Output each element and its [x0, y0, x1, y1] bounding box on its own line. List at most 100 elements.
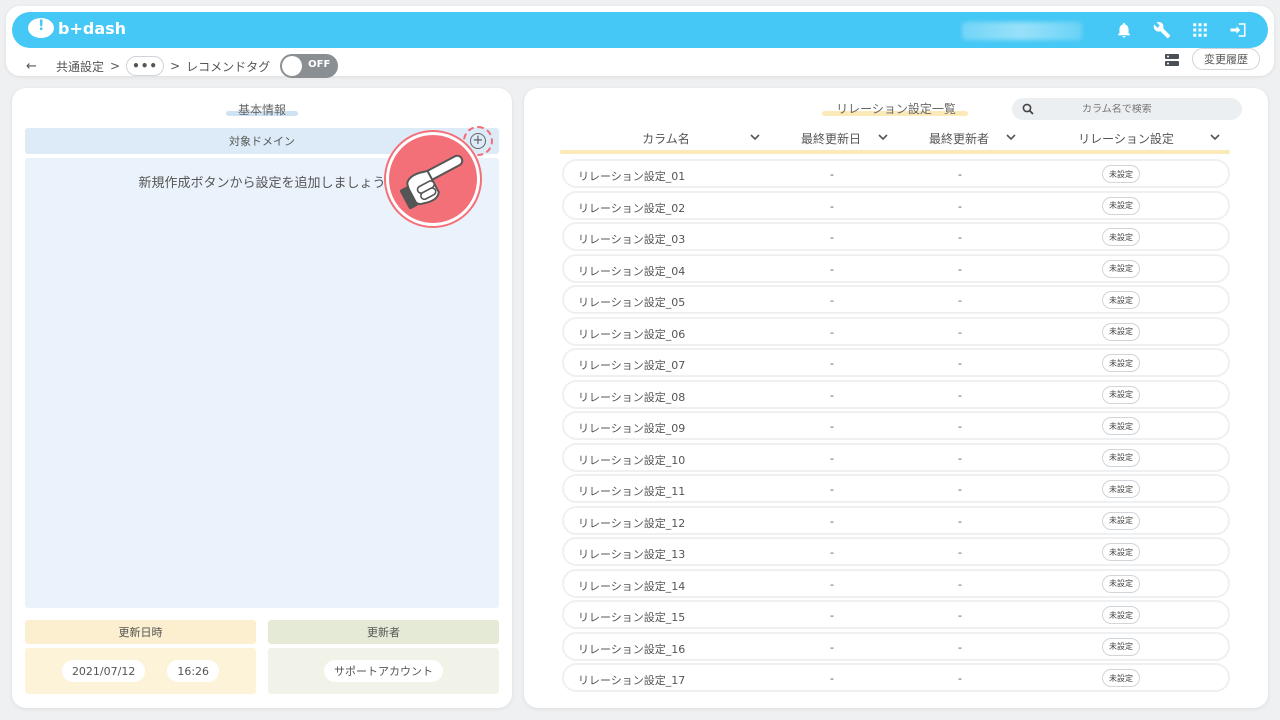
table-row[interactable]: リレーション設定_14 - - 未設定 [562, 568, 1230, 598]
status-badge[interactable]: 未設定 [1102, 637, 1140, 656]
last-updated-cell: - [830, 672, 834, 685]
status-badge[interactable]: 未設定 [1102, 196, 1140, 215]
top-navbar: b+dash [12, 12, 1268, 48]
logo[interactable]: b+dash [28, 18, 126, 38]
status-badge[interactable]: 未設定 [1102, 543, 1140, 561]
column-name-cell: リレーション設定_09 [578, 422, 686, 435]
status-badge[interactable]: 未設定 [1102, 228, 1140, 246]
last-updated-by-cell: - [958, 199, 962, 213]
status-badge[interactable]: 未設定 [1102, 385, 1140, 404]
grid-icon[interactable] [1188, 18, 1212, 42]
column-name-cell: リレーション設定_12 [578, 516, 686, 530]
last-updated-by-cell: - [958, 231, 962, 244]
last-updated-by-cell: - [958, 294, 962, 307]
change-history-button[interactable]: 変更履歴 [1192, 48, 1260, 70]
chevron-down-icon[interactable] [748, 130, 762, 144]
breadcrumb: ← 共通設定 > ••• > レコメンドタグ OFF [26, 52, 339, 80]
last-updated-by-cell: - [958, 672, 962, 685]
column-name-cell: リレーション設定_06 [578, 327, 686, 341]
updated-by-body: サポートアカウント [268, 648, 499, 694]
table-row[interactable]: リレーション設定_02 - - 未設定 [562, 190, 1230, 220]
status-badge[interactable]: 未設定 [1102, 354, 1140, 372]
relation-table: リレーション設定_01- - 未設定 リレーション設定_02- - 未設定 リレーション設定… [562, 159, 1230, 695]
table-row[interactable]: リレーション設定_08 - - 未設定 [562, 379, 1230, 409]
table-row[interactable]: リレーション設定_15 - - 未設定 [562, 600, 1230, 629]
breadcrumb-current: レコメンドタグ [186, 59, 271, 74]
status-badge[interactable]: 未設定 [1102, 669, 1140, 687]
last-updated-cell: - [830, 325, 834, 339]
last-updated-by-cell: - [958, 483, 962, 496]
search-icon [1022, 103, 1034, 115]
add-domain-button[interactable]: + [470, 133, 486, 149]
status-badge[interactable]: 未設定 [1102, 291, 1140, 309]
last-updated-cell: - [830, 420, 834, 433]
breadcrumb-root[interactable]: 共通設定 [56, 58, 104, 75]
toggle-knob [282, 56, 303, 76]
breadcrumb-ellipsis-button[interactable]: ••• [126, 56, 165, 76]
logout-icon[interactable] [1226, 18, 1250, 42]
column-header-last-updated-by[interactable]: 最終更新者 [914, 128, 1004, 148]
table-row[interactable]: リレーション設定_06 - - 未設定 [562, 316, 1230, 346]
last-updated-by-cell: - [958, 451, 962, 465]
last-updated-cell: - [830, 231, 834, 244]
last-updated-by-cell: - [958, 388, 962, 402]
back-arrow-icon[interactable]: ← [26, 59, 40, 74]
last-updated-by-cell: - [958, 514, 962, 528]
status-badge[interactable]: 未設定 [1102, 417, 1140, 435]
logo-mark-icon [28, 18, 54, 38]
column-name-cell: リレーション設定_07 [578, 359, 686, 372]
last-updated-cell: - [830, 262, 834, 276]
column-header-relation[interactable]: リレーション設定 [1064, 128, 1188, 148]
table-row[interactable]: リレーション設定_09 - - 未設定 [562, 411, 1230, 440]
wrench-icon[interactable] [1150, 18, 1174, 42]
toggle-label: OFF [308, 59, 331, 70]
status-badge[interactable]: 未設定 [1102, 448, 1140, 467]
status-badge[interactable]: 未設定 [1102, 322, 1140, 341]
last-updated-by-cell: - [958, 577, 962, 591]
status-badge[interactable]: 未設定 [1102, 511, 1140, 530]
column-name-cell: リレーション設定_04 [578, 264, 686, 278]
chevron-down-icon[interactable] [876, 130, 890, 144]
column-header-name[interactable]: カラム名 [618, 128, 714, 148]
column-name-cell: リレーション設定_03 [578, 233, 686, 246]
relation-list-panel: リレーション設定一覧 カラム名 最終更新日 最終更新者 リレーション設定 リレー… [524, 88, 1268, 708]
last-updated-cell: - [830, 483, 834, 496]
last-updated-by-cell: - [958, 609, 962, 622]
bell-icon[interactable] [1112, 18, 1136, 42]
table-row[interactable]: リレーション設定_10 - - 未設定 [562, 442, 1230, 472]
updated-at-header: 更新日時 [25, 620, 256, 644]
status-toggle[interactable]: OFF [280, 54, 339, 78]
header: b+dash ← 共通設定 > ••• > レコメンドタグ OFF [6, 6, 1274, 78]
table-row[interactable]: リレーション設定_17 - - 未設定 [562, 663, 1230, 692]
last-updated-cell: - [830, 357, 834, 370]
status-badge[interactable]: 未設定 [1102, 480, 1140, 498]
chevron-down-icon[interactable] [1208, 130, 1222, 144]
status-badge[interactable]: 未設定 [1102, 165, 1140, 183]
table-row[interactable]: リレーション設定_04 - - 未設定 [562, 253, 1230, 283]
updated-by-user: サポートアカウント [324, 660, 443, 682]
column-header-last-updated[interactable]: 最終更新日 [786, 128, 876, 148]
chevron-down-icon[interactable] [1004, 130, 1018, 144]
status-badge[interactable]: 未設定 [1102, 259, 1140, 278]
search-input[interactable] [1082, 103, 1232, 115]
table-row[interactable]: リレーション設定_11 - - 未設定 [562, 474, 1230, 503]
last-updated-cell: - [830, 640, 834, 654]
status-badge[interactable]: 未設定 [1102, 606, 1140, 624]
relation-list-title: リレーション設定一覧 [836, 102, 956, 116]
column-name-cell: リレーション設定_08 [578, 390, 686, 404]
last-updated-cell: - [830, 388, 834, 402]
server-icon[interactable] [1164, 52, 1180, 68]
table-row[interactable]: リレーション設定_03 - - 未設定 [562, 222, 1230, 251]
table-row[interactable]: リレーション設定_01 - - 未設定 [562, 159, 1230, 188]
status-badge[interactable]: 未設定 [1102, 574, 1140, 593]
table-row[interactable]: リレーション設定_13 - - 未設定 [562, 537, 1230, 566]
updated-at-body: 2021/07/12 16:26 [25, 648, 256, 694]
last-updated-cell: - [830, 577, 834, 591]
table-row[interactable]: リレーション設定_07 - - 未設定 [562, 348, 1230, 377]
last-updated-cell: - [830, 294, 834, 307]
table-row[interactable]: リレーション設定_05 - - 未設定 [562, 285, 1230, 314]
table-row[interactable]: リレーション設定_16 - - 未設定 [562, 631, 1230, 661]
table-row[interactable]: リレーション設定_12 - - 未設定 [562, 505, 1230, 535]
last-updated-by-cell: - [958, 325, 962, 339]
breadcrumb-separator: > [170, 59, 181, 73]
